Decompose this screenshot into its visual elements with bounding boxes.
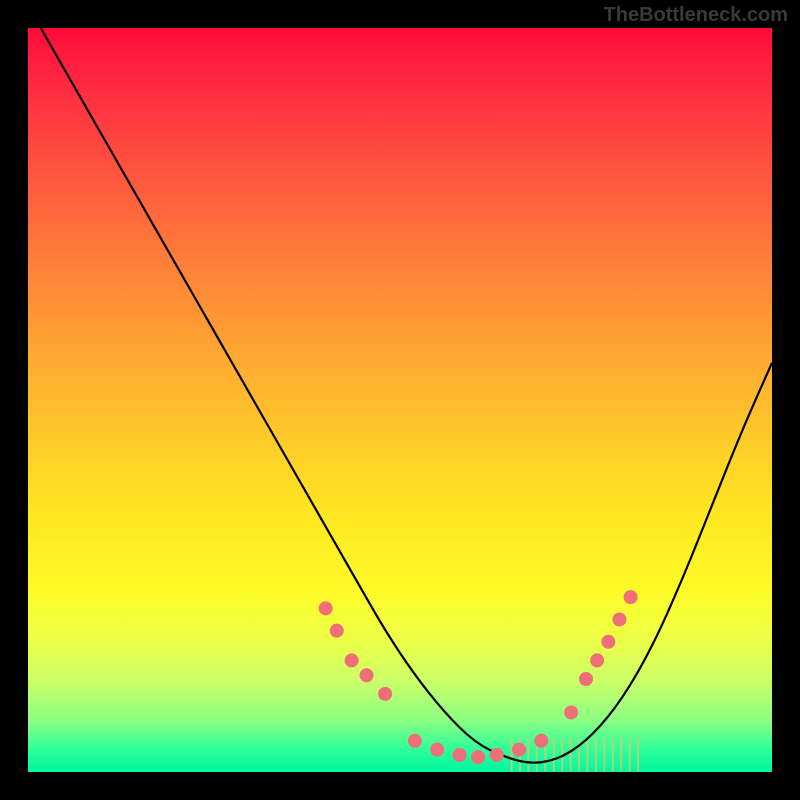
marker-dot <box>579 672 593 686</box>
marker-dot <box>601 635 615 649</box>
chart-overlay-svg <box>28 28 772 772</box>
chart-ticks-layer <box>512 739 638 772</box>
marker-dot <box>408 734 422 748</box>
marker-dot <box>471 750 485 764</box>
marker-dot <box>512 743 526 757</box>
marker-dot <box>490 748 504 762</box>
chart-markers-layer <box>319 590 638 764</box>
marker-dot <box>430 743 444 757</box>
chart-curve-layer <box>28 28 772 763</box>
marker-dot <box>534 734 548 748</box>
marker-dot <box>453 748 467 762</box>
marker-dot <box>360 668 374 682</box>
marker-dot <box>590 653 604 667</box>
marker-dot <box>624 590 638 604</box>
marker-dot <box>378 687 392 701</box>
marker-dot <box>564 705 578 719</box>
marker-dot <box>319 601 333 615</box>
curve-path <box>28 28 772 763</box>
chart-area <box>28 28 772 772</box>
marker-dot <box>330 624 344 638</box>
marker-dot <box>612 612 626 626</box>
watermark-text: TheBottleneck.com <box>604 4 788 27</box>
marker-dot <box>345 653 359 667</box>
